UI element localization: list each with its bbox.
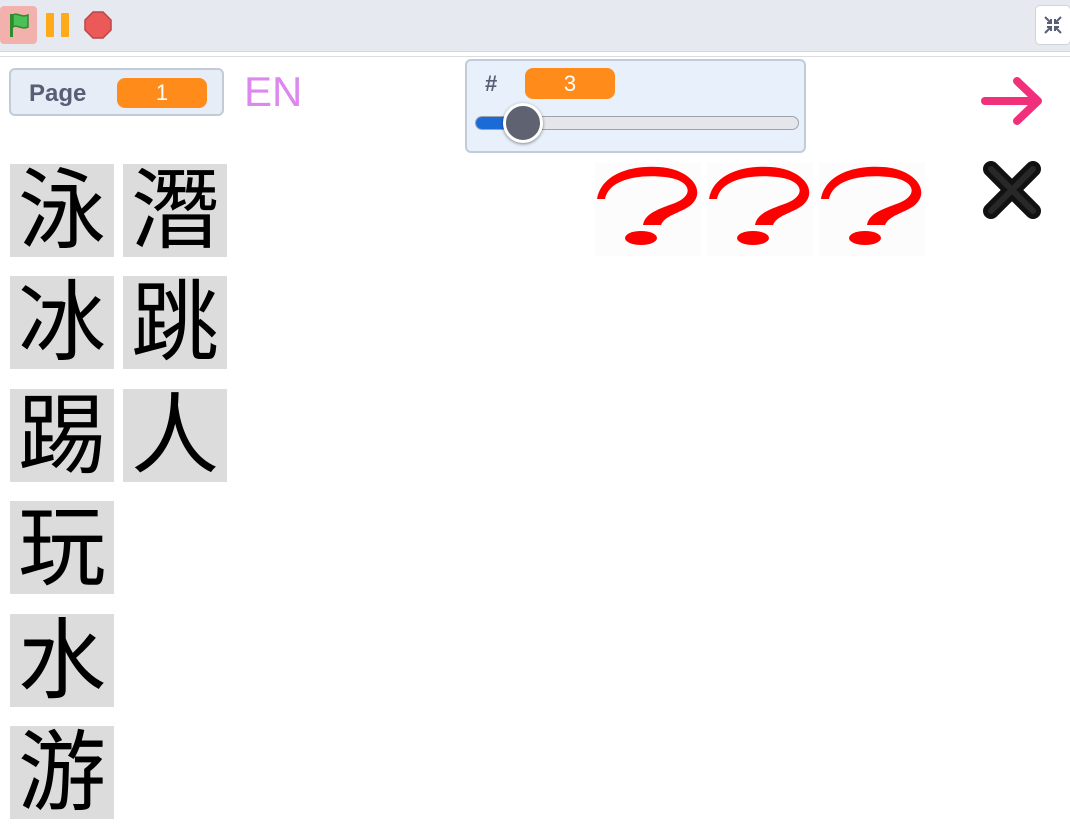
- character-glyph: 水: [17, 614, 106, 707]
- character-glyph: 玩: [17, 501, 106, 594]
- character-tile[interactable]: 游: [10, 726, 114, 819]
- green-flag-button[interactable]: [0, 6, 37, 44]
- character-tile[interactable]: 泳: [10, 164, 114, 257]
- exit-fullscreen-button[interactable]: [1035, 5, 1070, 45]
- next-button[interactable]: [977, 72, 1047, 130]
- character-glyph: 冰: [17, 276, 106, 369]
- slider-thumb[interactable]: [503, 103, 544, 143]
- character-tile[interactable]: 冰: [10, 276, 114, 369]
- character-glyph: 人: [130, 389, 219, 482]
- character-glyph: 踢: [17, 389, 106, 482]
- slider-monitor-value: 3: [525, 68, 615, 99]
- question-mark-icon: [597, 166, 698, 245]
- close-button[interactable]: [977, 155, 1047, 225]
- stage-border: [0, 56, 1070, 57]
- character-tile[interactable]: 水: [10, 614, 114, 707]
- stage-toolbar: [0, 0, 1070, 52]
- green-flag-icon: [9, 13, 29, 37]
- shrink-icon: [1044, 16, 1062, 34]
- page-monitor-label: Page: [29, 80, 87, 107]
- answer-slot[interactable]: [595, 163, 701, 256]
- character-tile[interactable]: 跳: [123, 276, 227, 369]
- arrow-right-icon: [981, 77, 1042, 125]
- stop-button[interactable]: [84, 11, 112, 39]
- character-tile[interactable]: 玩: [10, 501, 114, 594]
- question-mark-icon: [821, 166, 922, 245]
- question-mark-icon: [709, 166, 810, 245]
- language-toggle-button[interactable]: EN: [244, 68, 302, 116]
- character-glyph: 潛: [130, 164, 219, 257]
- character-tile[interactable]: 潛: [123, 164, 227, 257]
- answer-slot[interactable]: [819, 163, 925, 256]
- slider-monitor-label: #: [485, 71, 498, 96]
- pause-button[interactable]: [44, 11, 72, 39]
- count-slider-monitor: # 3: [465, 59, 806, 153]
- close-icon: [983, 161, 1041, 219]
- page-variable-monitor: Page 1: [9, 68, 224, 116]
- stop-icon: [84, 11, 112, 39]
- character-tile[interactable]: 踢: [10, 389, 114, 482]
- character-glyph: 游: [17, 726, 106, 819]
- answer-slot[interactable]: [707, 163, 813, 256]
- pause-icon: [46, 13, 69, 37]
- character-tile[interactable]: 人: [123, 389, 227, 482]
- character-glyph: 泳: [17, 164, 106, 257]
- character-glyph: 跳: [130, 276, 219, 369]
- page-monitor-value: 1: [117, 78, 207, 108]
